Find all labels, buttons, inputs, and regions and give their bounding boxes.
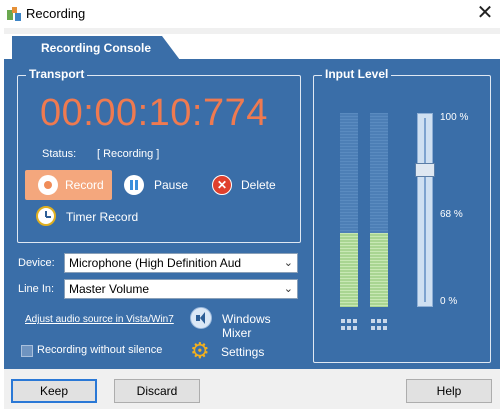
pause-icon	[124, 175, 144, 195]
tab-recording-console[interactable]: Recording Console	[12, 36, 180, 60]
keep-button[interactable]: Keep	[11, 379, 97, 403]
line-in-value: Master Volume	[69, 282, 150, 296]
left-level-fill	[340, 233, 358, 307]
delete-icon: ✕	[212, 175, 232, 195]
pct-0-label: 0 %	[440, 296, 458, 307]
chevron-down-icon: ⌄	[283, 257, 293, 269]
settings-label: Settings	[221, 345, 265, 359]
pause-button[interactable]: Pause	[124, 174, 194, 196]
left-channel-marker	[341, 319, 357, 331]
device-select[interactable]: Microphone (High Definition Aud ⌄	[64, 253, 298, 273]
pct-68-label: 68 %	[440, 209, 463, 220]
input-volume-slider[interactable]	[417, 113, 433, 307]
window-title: Recording	[26, 6, 86, 21]
discard-button[interactable]: Discard	[114, 379, 200, 403]
line-in-label: Line In:	[18, 283, 55, 295]
gear-icon: ⚙	[190, 338, 210, 363]
right-level-meter	[370, 113, 388, 307]
pct-100-label: 100 %	[440, 112, 469, 123]
without-silence-label: Recording without silence	[37, 344, 163, 356]
timer-record-button[interactable]: Timer Record	[36, 204, 146, 228]
close-button[interactable]: ✕	[470, 2, 500, 26]
record-icon	[38, 175, 58, 195]
left-level-meter	[340, 113, 358, 307]
delete-button[interactable]: ✕ Delete	[212, 174, 282, 196]
input-volume-thumb[interactable]	[415, 163, 435, 177]
right-channel-marker	[371, 319, 387, 331]
record-label: Record	[65, 178, 104, 192]
record-button[interactable]: Record	[25, 170, 112, 200]
status-label: Status:	[42, 148, 77, 160]
chevron-down-icon: ⌄	[283, 283, 293, 295]
transport-title: Transport	[26, 67, 88, 81]
app-icon	[6, 6, 22, 22]
device-value: Microphone (High Definition Aud	[69, 256, 242, 270]
windows-mixer-button[interactable]: Windows Mixer	[190, 306, 300, 340]
line-in-select[interactable]: Master Volume ⌄	[64, 279, 298, 299]
elapsed-timer: 00:00:10:774	[40, 92, 268, 134]
clock-icon	[36, 206, 56, 226]
pause-label: Pause	[154, 178, 189, 192]
settings-button[interactable]: ⚙ Settings	[190, 339, 280, 363]
close-icon: ✕	[476, 2, 494, 24]
help-button[interactable]: Help	[406, 379, 492, 403]
input-level-title: Input Level	[322, 67, 392, 81]
device-label: Device:	[18, 257, 55, 269]
timer-record-label: Timer Record	[66, 210, 139, 224]
windows-mixer-label: Windows Mixer	[222, 312, 271, 340]
adjust-audio-link[interactable]: Adjust audio source in Vista/Win7	[25, 314, 174, 325]
status-value: [ Recording ]	[97, 148, 160, 160]
without-silence-checkbox[interactable]	[21, 345, 33, 357]
speaker-icon	[190, 307, 212, 329]
delete-label: Delete	[241, 178, 276, 192]
right-level-fill	[370, 233, 388, 307]
